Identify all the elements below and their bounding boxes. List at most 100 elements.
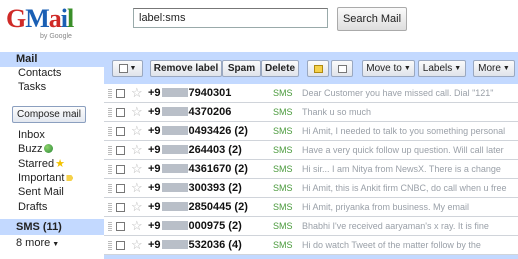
chevron-down-icon: ▼ — [502, 65, 510, 72]
search-input[interactable] — [133, 8, 328, 28]
labels-button[interactable]: Labels ▼ — [418, 60, 466, 77]
star-icon[interactable]: ☆ — [131, 142, 143, 158]
sender-suffix: 4361670 (2) — [188, 163, 248, 175]
sms-tag: SMS — [273, 183, 293, 193]
drag-handle-icon[interactable] — [108, 165, 112, 174]
nav-tasks[interactable]: Tasks — [18, 81, 46, 93]
mark-important-button[interactable] — [307, 60, 329, 77]
drag-handle-icon[interactable] — [108, 89, 112, 98]
sender: +9 300393 (2) — [148, 182, 242, 194]
chevron-down-icon: ▼ — [454, 65, 462, 72]
row-checkbox[interactable] — [116, 127, 125, 136]
select-all-checkbox[interactable] — [118, 64, 128, 73]
chevron-down-icon: ▼ — [403, 65, 411, 72]
star-icon[interactable]: ☆ — [131, 85, 143, 101]
row-checkbox[interactable] — [116, 184, 125, 193]
delete-button[interactable]: Delete — [261, 60, 299, 77]
table-row[interactable]: ☆ +9 264403 (2) SMS Have a very quick fol… — [104, 141, 518, 160]
row-checkbox[interactable] — [116, 146, 125, 155]
redacted-digits — [161, 107, 188, 116]
table-row[interactable]: ☆ +9 4370206 SMS Thank u so much — [104, 103, 518, 122]
nav-buzz[interactable]: Buzz — [18, 143, 54, 155]
star-icon[interactable]: ☆ — [131, 123, 143, 139]
star-icon[interactable]: ☆ — [131, 218, 143, 234]
not-important-icon — [337, 64, 347, 73]
drag-handle-icon[interactable] — [108, 108, 112, 117]
more-actions-button[interactable]: More ▼ — [473, 60, 515, 77]
nav-buzz-label: Buzz — [18, 143, 43, 155]
sms-tag: SMS — [273, 221, 293, 231]
important-marker-icon — [66, 175, 74, 181]
row-checkbox[interactable] — [116, 222, 125, 231]
remove-label-button[interactable]: Remove label — [150, 60, 222, 77]
nav-starred[interactable]: Starred★ — [18, 157, 65, 170]
row-checkbox[interactable] — [116, 241, 125, 250]
move-to-button[interactable]: Move to ▼ — [362, 60, 415, 77]
sender: +9 264403 (2) — [148, 144, 242, 156]
sender-prefix: +9 — [148, 239, 161, 251]
redacted-digits — [161, 88, 188, 97]
sender-suffix: 4370206 — [188, 106, 232, 118]
chevron-down-icon: ▼ — [129, 65, 137, 72]
search-mail-button[interactable]: Search Mail — [337, 7, 407, 31]
drag-handle-icon[interactable] — [108, 203, 112, 212]
nav-sms[interactable]: SMS (11) — [16, 221, 62, 233]
nav-sent-mail[interactable]: Sent Mail — [18, 186, 64, 198]
sender: +9 532036 (4) — [148, 239, 242, 251]
drag-handle-icon[interactable] — [108, 184, 112, 193]
table-row[interactable]: ☆ +9 4361670 (2) SMS Hi sir... I am Nitya… — [104, 160, 518, 179]
star-icon[interactable]: ☆ — [131, 199, 143, 215]
row-checkbox[interactable] — [116, 108, 125, 117]
sms-tag: SMS — [273, 240, 293, 250]
left-nav: Mail Contacts Tasks Compose mail Inbox B… — [0, 48, 104, 259]
nav-more[interactable]: 8 more ▼ — [16, 237, 59, 249]
table-row[interactable]: ☆ +9 0493426 (2) SMS Hi Amit, I needed to… — [104, 122, 518, 141]
drag-handle-icon[interactable] — [108, 241, 112, 250]
message-snippet: Bhabhi I've received aaryaman's x ray. I… — [302, 221, 489, 231]
drag-handle-icon[interactable] — [108, 146, 112, 155]
message-list-panel: ▼ Remove label Spam Delete Move to ▼ Labe… — [104, 52, 518, 259]
table-row[interactable]: ☆ +9 300393 (2) SMS Hi Amit, this is Anki… — [104, 179, 518, 198]
nav-important[interactable]: Important — [18, 172, 74, 184]
select-dropdown[interactable]: ▼ — [112, 60, 143, 77]
sender-prefix: +9 — [148, 220, 161, 232]
drag-handle-icon[interactable] — [108, 127, 112, 136]
gmail-logo-wordmark: GMail — [6, 4, 74, 33]
star-icon[interactable]: ☆ — [131, 104, 143, 120]
row-checkbox[interactable] — [116, 165, 125, 174]
redacted-digits — [161, 240, 188, 249]
redacted-digits — [161, 183, 188, 192]
compose-mail-button[interactable]: Compose mail — [12, 106, 86, 123]
nav-drafts[interactable]: Drafts — [18, 201, 47, 213]
star-icon[interactable]: ☆ — [131, 180, 143, 196]
sender-prefix: +9 — [148, 106, 161, 118]
star-icon[interactable]: ☆ — [131, 237, 143, 253]
nav-mail[interactable]: Mail — [16, 53, 37, 65]
sms-tag: SMS — [273, 107, 293, 117]
table-row[interactable]: ☆ +9 7940301 SMS Dear Customer you have m… — [104, 84, 518, 103]
mark-not-important-button[interactable] — [331, 60, 353, 77]
sender: +9 2850445 (2) — [148, 201, 248, 213]
table-row[interactable]: ☆ +9 532036 (4) SMS Hi do watch Tweet of … — [104, 236, 518, 255]
table-row[interactable]: ☆ +9 2850445 (2) SMS Hi Amit, priyanka fr… — [104, 198, 518, 217]
nav-inbox[interactable]: Inbox — [18, 129, 45, 141]
row-checkbox[interactable] — [116, 89, 125, 98]
redacted-digits — [161, 202, 188, 211]
buzz-icon — [44, 144, 54, 153]
star-icon[interactable]: ☆ — [131, 161, 143, 177]
redacted-digits — [161, 145, 188, 154]
drag-handle-icon[interactable] — [108, 222, 112, 231]
message-snippet: Hi Amit, I needed to talk to you somethi… — [302, 126, 506, 136]
sender-prefix: +9 — [148, 201, 161, 213]
table-row[interactable]: ☆ +9 000975 (2) SMS Bhabhi I've received … — [104, 217, 518, 236]
spam-button[interactable]: Spam — [222, 60, 261, 77]
chevron-down-icon: ▼ — [52, 241, 60, 248]
nav-contacts[interactable]: Contacts — [18, 67, 61, 79]
sender-prefix: +9 — [148, 163, 161, 175]
redacted-digits — [161, 221, 188, 230]
row-checkbox[interactable] — [116, 203, 125, 212]
gmail-logo[interactable]: GMail by Google — [6, 4, 84, 44]
logo-byline: by Google — [40, 33, 72, 40]
sender-suffix: 300393 (2) — [188, 182, 242, 194]
message-snippet: Have a very quick follow up question. Wi… — [302, 145, 504, 155]
